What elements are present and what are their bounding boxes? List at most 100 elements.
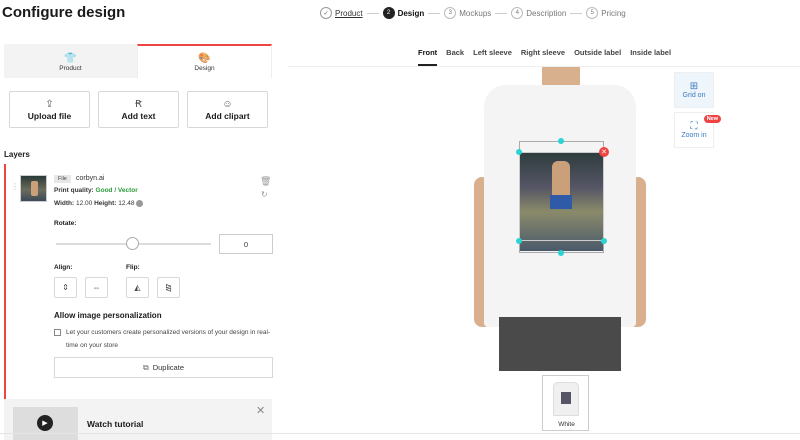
step-pricing[interactable]: 5 Pricing xyxy=(586,7,626,19)
duplicate-button[interactable]: ⧉ Duplicate xyxy=(54,357,273,378)
button-label: Upload file xyxy=(27,110,72,121)
rotate-input[interactable]: 0 xyxy=(219,234,273,254)
add-text-button[interactable]: Ꞧ Add text xyxy=(98,91,179,128)
step-product[interactable]: ✓ Product xyxy=(320,7,363,19)
upload-icon: ⇪ xyxy=(45,98,54,110)
canvas-controls: ⊞ Grid on New ⛶ Zoom in xyxy=(674,72,721,148)
tab-outside-label[interactable]: Outside label xyxy=(574,48,621,66)
personalization-heading: Allow image personalization xyxy=(54,311,162,320)
model-neck xyxy=(542,67,580,87)
width-label: Width: xyxy=(54,200,75,208)
layer-filename: corbyn.ai xyxy=(76,175,105,182)
step-mockups[interactable]: 3 Mockups xyxy=(444,7,491,19)
zoom-in-button[interactable]: New ⛶ Zoom in xyxy=(674,112,721,148)
button-label: Duplicate xyxy=(152,363,184,372)
button-label: Zoom in xyxy=(681,132,707,139)
personalization-text: Let your customers create personalized v… xyxy=(66,329,271,349)
view-tabs: Front Back Left sleeve Right sleeve Outs… xyxy=(418,48,671,66)
resize-handle[interactable] xyxy=(516,238,522,244)
play-icon[interactable]: ▶ xyxy=(37,415,53,431)
smiley-icon: ☺ xyxy=(222,98,233,110)
layer-item[interactable]: ⋮ File corbyn.ai Print quality: Good / V… xyxy=(4,164,273,426)
resize-handle[interactable] xyxy=(601,238,607,244)
tab-inside-label[interactable]: Inside label xyxy=(630,48,671,66)
flip-horizontal-button[interactable]: ◭ xyxy=(126,277,149,298)
panel-tabs: 👕 Product 🎨 Design xyxy=(4,44,272,78)
tab-label: Design xyxy=(194,64,215,72)
print-quality-value: Good / Vector xyxy=(95,187,138,194)
step-separator xyxy=(366,12,379,14)
resize-handle[interactable] xyxy=(558,250,564,256)
align-label: Align: xyxy=(54,264,73,271)
print-quality-label: Print quality: xyxy=(54,187,94,194)
drag-handle-icon[interactable]: ⋮ xyxy=(11,182,19,191)
flip-label: Flip: xyxy=(126,264,140,271)
tutorial-label[interactable]: Watch tutorial xyxy=(87,419,143,429)
step-design[interactable]: 2 Design xyxy=(382,7,425,19)
align-horizontal-center-button[interactable]: ⇔ xyxy=(85,277,108,298)
align-vertical-center-button[interactable]: ⇕ xyxy=(54,277,77,298)
tshirt-icon: 👕 xyxy=(64,52,77,64)
align-horizontal-icon: ⇔ xyxy=(92,283,101,292)
trash-icon[interactable]: 🗑 xyxy=(260,176,271,187)
palette-icon: 🎨 xyxy=(198,52,211,64)
step-description[interactable]: 4 Description xyxy=(511,7,566,19)
mini-print xyxy=(561,392,571,404)
tab-design[interactable]: 🎨 Design xyxy=(137,44,272,78)
tab-label: Product xyxy=(59,64,82,72)
grid-icon: ⊞ xyxy=(689,81,699,92)
tab-left-sleeve[interactable]: Left sleeve xyxy=(473,48,512,66)
layers-heading: Layers xyxy=(4,150,30,159)
step-separator xyxy=(428,12,441,14)
selection-box[interactable] xyxy=(519,152,604,241)
zoom-icon: ⛶ xyxy=(690,121,698,132)
add-clipart-button[interactable]: ☺ Add clipart xyxy=(187,91,268,128)
flip-vertical-button[interactable]: ⧎ xyxy=(157,277,180,298)
step-number: 3 xyxy=(444,7,457,19)
upload-file-button[interactable]: ⇪ Upload file xyxy=(9,91,90,128)
resize-handle[interactable] xyxy=(516,149,522,155)
height-value: 12.48 xyxy=(118,200,135,208)
close-icon[interactable]: ✕ xyxy=(256,404,265,417)
layer-thumbnail xyxy=(20,175,47,202)
grid-toggle-button[interactable]: ⊞ Grid on xyxy=(674,72,714,108)
rotate-label: Rotate: xyxy=(54,220,77,227)
step-separator xyxy=(495,12,508,14)
stepper: ✓ Product 2 Design 3 Mockups 4 Descripti… xyxy=(320,7,626,19)
remove-icon[interactable]: ✕ xyxy=(599,147,609,157)
step-label: Description xyxy=(526,8,567,18)
tab-front[interactable]: Front xyxy=(418,48,438,66)
footer-divider xyxy=(0,433,800,434)
text-icon: Ꞧ xyxy=(135,98,142,110)
tab-back[interactable]: Back xyxy=(446,48,464,66)
add-toolbar: ⇪ Upload file Ꞧ Add text ☺ Add clipart xyxy=(9,91,268,128)
tutorial-video-thumbnail[interactable]: ▶ xyxy=(13,407,78,440)
step-number: 4 xyxy=(511,7,524,19)
button-label: Add clipart xyxy=(205,110,250,121)
reset-icon[interactable]: ↻ xyxy=(261,190,268,199)
rotate-slider-handle[interactable] xyxy=(126,237,139,250)
step-number: 5 xyxy=(586,7,599,19)
dimensions: Width: 12.00 Height: 12.48 xyxy=(54,200,144,208)
header: Configure design ✓ Product 2 Design 3 Mo… xyxy=(0,0,800,32)
align-vertical-icon: ⇕ xyxy=(62,283,69,292)
new-badge: New xyxy=(703,115,721,123)
check-icon: ✓ xyxy=(320,7,332,19)
tab-product[interactable]: 👕 Product xyxy=(4,44,137,78)
variant-thumbnail[interactable]: White xyxy=(542,375,589,431)
width-value: 12.00 xyxy=(75,200,93,208)
step-label: Product xyxy=(335,8,363,18)
page-title: Configure design xyxy=(2,4,126,21)
print-quality: Print quality: Good / Vector xyxy=(54,187,138,194)
height-label: Height: xyxy=(94,200,117,208)
step-label: Design xyxy=(397,8,425,18)
info-icon[interactable] xyxy=(136,200,144,207)
rotate-handle[interactable] xyxy=(558,138,564,144)
variant-label: White xyxy=(558,421,575,428)
step-label: Mockups xyxy=(459,8,492,18)
flip-horizontal-icon: ◭ xyxy=(134,283,141,292)
tab-right-sleeve[interactable]: Right sleeve xyxy=(521,48,565,66)
flip-vertical-icon: ⧎ xyxy=(165,283,172,292)
design-panel: 👕 Product 🎨 Design ⇪ Upload file Ꞧ Add t… xyxy=(0,44,276,440)
personalization-checkbox[interactable] xyxy=(54,329,61,336)
